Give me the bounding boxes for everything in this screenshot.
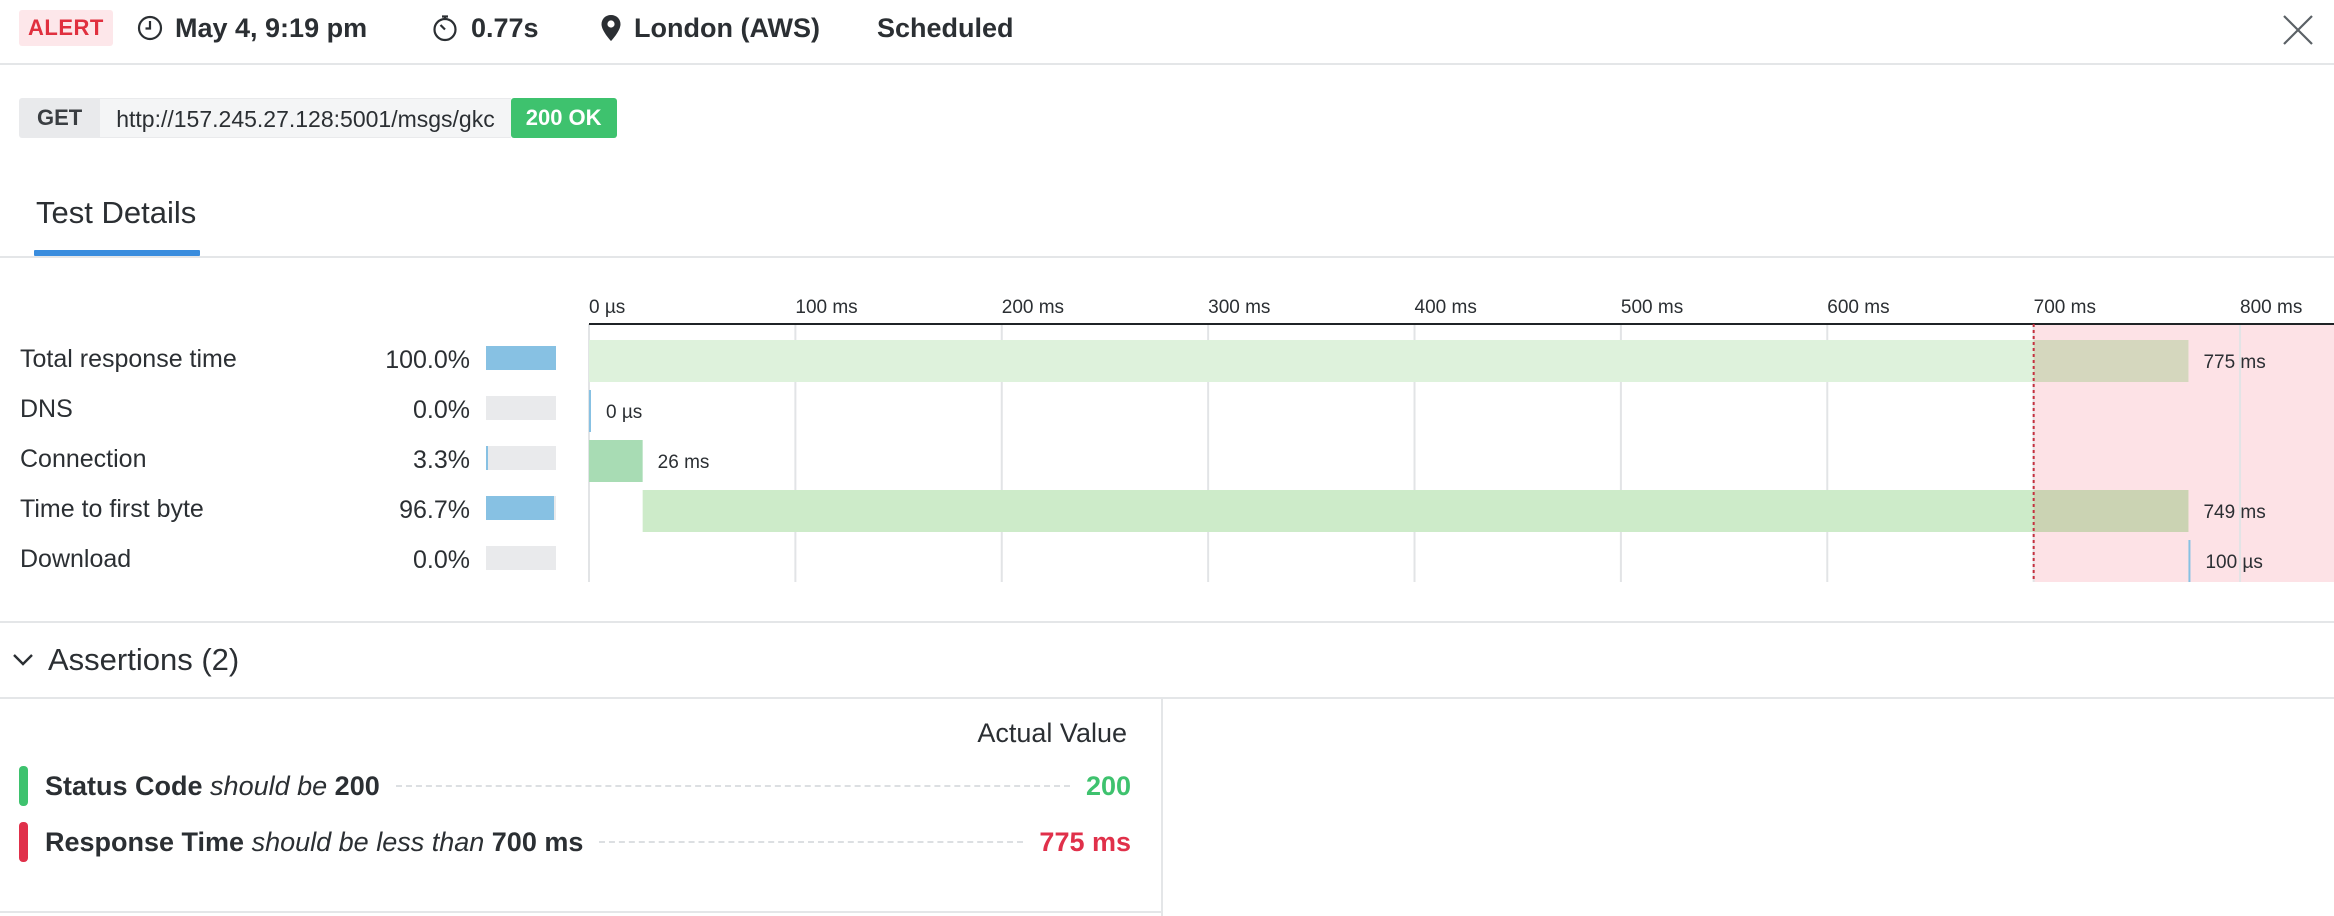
axis-tick-label: 100 ms — [795, 297, 857, 318]
axis-tick-label: 300 ms — [1208, 297, 1270, 318]
alert-status-badge: ALERT — [19, 10, 113, 46]
axis-tick-label: 600 ms — [1827, 297, 1889, 318]
timing-breakdown: Total response time DNS Connection Time … — [0, 260, 2334, 622]
timing-value-label: 775 ms — [2203, 352, 2265, 373]
timing-bar-over-threshold — [2033, 340, 2189, 382]
trigger-text: Scheduled — [877, 12, 1014, 43]
timing-bar-ttfb — [642, 490, 2189, 532]
timing-bar-connection — [589, 440, 643, 482]
chevron-down-icon — [13, 654, 33, 666]
trigger-type: Scheduled — [877, 10, 1014, 46]
http-method: GET — [19, 98, 101, 138]
location-text: London (AWS) — [634, 12, 820, 43]
assertion-pass-indicator — [19, 766, 28, 806]
location: London (AWS) — [600, 10, 820, 46]
timing-bar-dns — [589, 390, 591, 432]
request-url: http://157.245.27.128:5001/msgs/gkc — [100, 98, 511, 138]
result-header: ALERT May 4, 9:19 pm 0.77s London (AWS) … — [0, 0, 2334, 65]
timing-bar-total — [589, 340, 2189, 382]
assertions-toggle[interactable]: Assertions (2) — [0, 622, 2334, 698]
request-summary: GET http://157.245.27.128:5001/msgs/gkc … — [19, 98, 617, 138]
leader-line — [395, 785, 1070, 787]
timing-bar-download — [2188, 540, 2191, 582]
axis-tick-label: 0 µs — [589, 297, 625, 318]
clock-icon — [137, 15, 163, 41]
axis-tick-label: 400 ms — [1415, 297, 1477, 318]
response-status-badge: 200 OK — [510, 98, 617, 138]
timestamp: May 4, 9:19 pm — [137, 10, 367, 46]
assertion-actual-value: 200 — [1085, 770, 1131, 801]
assertion-fail-indicator — [19, 822, 28, 862]
tab-bar: Test Details — [0, 185, 2334, 258]
actual-value-header: Actual Value — [977, 718, 1127, 748]
axis-tick-label: 500 ms — [1621, 297, 1683, 318]
timing-bar-over-threshold — [2033, 490, 2189, 532]
close-button[interactable] — [2280, 12, 2316, 48]
section-divider — [0, 911, 1163, 913]
assertions-panel: Actual Value Status Code should be 200 2… — [0, 698, 1163, 916]
axis-tick-label: 700 ms — [2034, 297, 2096, 318]
axis-tick-label: 200 ms — [1002, 297, 1064, 318]
assertions-title: Assertions (2) — [48, 642, 240, 677]
assertion-row: Status Code should be 200 200 — [19, 764, 1131, 808]
timing-value-label: 0 µs — [606, 402, 642, 423]
axis-tick-label: 800 ms — [2240, 297, 2302, 318]
assertion-description: Response Time should be less than 700 ms — [45, 826, 584, 857]
assertion-actual-value: 775 ms — [1039, 826, 1131, 857]
close-icon — [2283, 15, 2313, 45]
timestamp-text: May 4, 9:19 pm — [175, 12, 368, 43]
map-pin-icon — [601, 15, 621, 41]
timing-waterfall-chart: 0 µs 100 ms 200 ms 300 ms 400 ms 500 ms 600 ms… — [588, 297, 2334, 582]
tab-test-details[interactable]: Test Details — [34, 185, 198, 256]
leader-line — [599, 841, 1024, 843]
duration: 0.77s — [431, 10, 539, 46]
stopwatch-icon — [433, 15, 457, 42]
duration-text: 0.77s — [471, 12, 539, 43]
assertion-description: Status Code should be 200 — [45, 770, 380, 801]
active-tab-indicator — [34, 250, 200, 256]
timing-value-label: 100 µs — [2205, 552, 2262, 573]
timing-value-label: 26 ms — [658, 452, 710, 473]
timing-value-label: 749 ms — [2203, 502, 2265, 523]
assertion-row: Response Time should be less than 700 ms… — [19, 820, 1131, 864]
